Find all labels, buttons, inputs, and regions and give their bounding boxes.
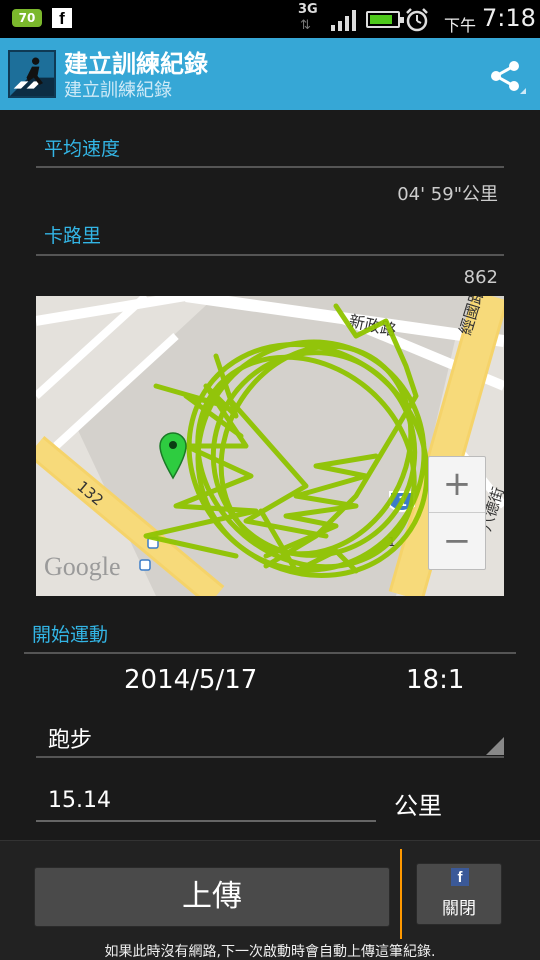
activity-type-select[interactable]: 跑步 [48,722,92,754]
section-divider [24,652,516,654]
signal-icon [331,10,356,31]
page-subtitle: 建立訓練紀錄 [64,80,172,101]
network-type: 3G [298,2,318,17]
bus-stop-icon [139,559,151,571]
start-exercise-label: 開始運動 [32,624,109,646]
distance-unit: 公里 [394,792,442,820]
calories-label: 卡路里 [44,225,102,247]
divider [36,756,504,758]
alarm-icon [406,8,428,32]
google-logo: Google [44,552,121,581]
battery-level [370,15,393,24]
dropdown-arrow-icon[interactable] [486,737,504,755]
avg-speed-value: 04' 59"公里 [397,184,498,205]
facebook-close-label: 關閉 [442,899,476,919]
map-zoom-control: + − [428,456,486,570]
facebook-icon: f [451,868,469,886]
avg-speed-label: 平均速度 [44,138,121,160]
orange-divider [400,849,402,939]
notification-badge: 70 [12,9,42,27]
data-activity-icon: ⇅ [300,18,311,33]
divider [36,254,504,256]
action-bar: 建立訓練紀錄 建立訓練紀錄 [0,38,540,110]
status-bar: 70 f 3G ⇅ 下午 7:18 [0,0,540,38]
distance-input[interactable]: 15.14 [48,788,111,813]
facebook-close-button[interactable]: f 關閉 [416,863,502,925]
divider [36,166,504,168]
start-time-picker[interactable]: 18:1 [406,665,464,695]
calories-value: 862 [463,267,498,288]
zoom-in-button[interactable]: + [429,457,485,513]
upload-button[interactable]: 上傳 [34,867,390,927]
facebook-notification-icon: f [52,8,72,28]
clock: 7:18 [482,4,536,32]
upload-footnote: 如果此時沒有網路,下一次啟動時會自動上傳這筆紀錄. [104,944,436,960]
route-map[interactable]: 新政路 經國路 132 八德街 1 1 + − Google [36,296,504,596]
zoom-out-button[interactable]: − [429,514,485,570]
start-date-picker[interactable]: 2014/5/17 [124,665,257,695]
share-icon[interactable] [486,56,526,96]
bottom-action-bar: 上傳 f 關閉 如果此時沒有網路,下一次啟動時會自動上傳這筆紀錄. [0,840,540,960]
time-period: 下午 [444,16,477,35]
battery-icon [366,11,404,28]
input-underline [36,820,376,822]
app-logo-icon[interactable] [8,50,56,98]
page-title: 建立訓練紀錄 [64,50,208,78]
